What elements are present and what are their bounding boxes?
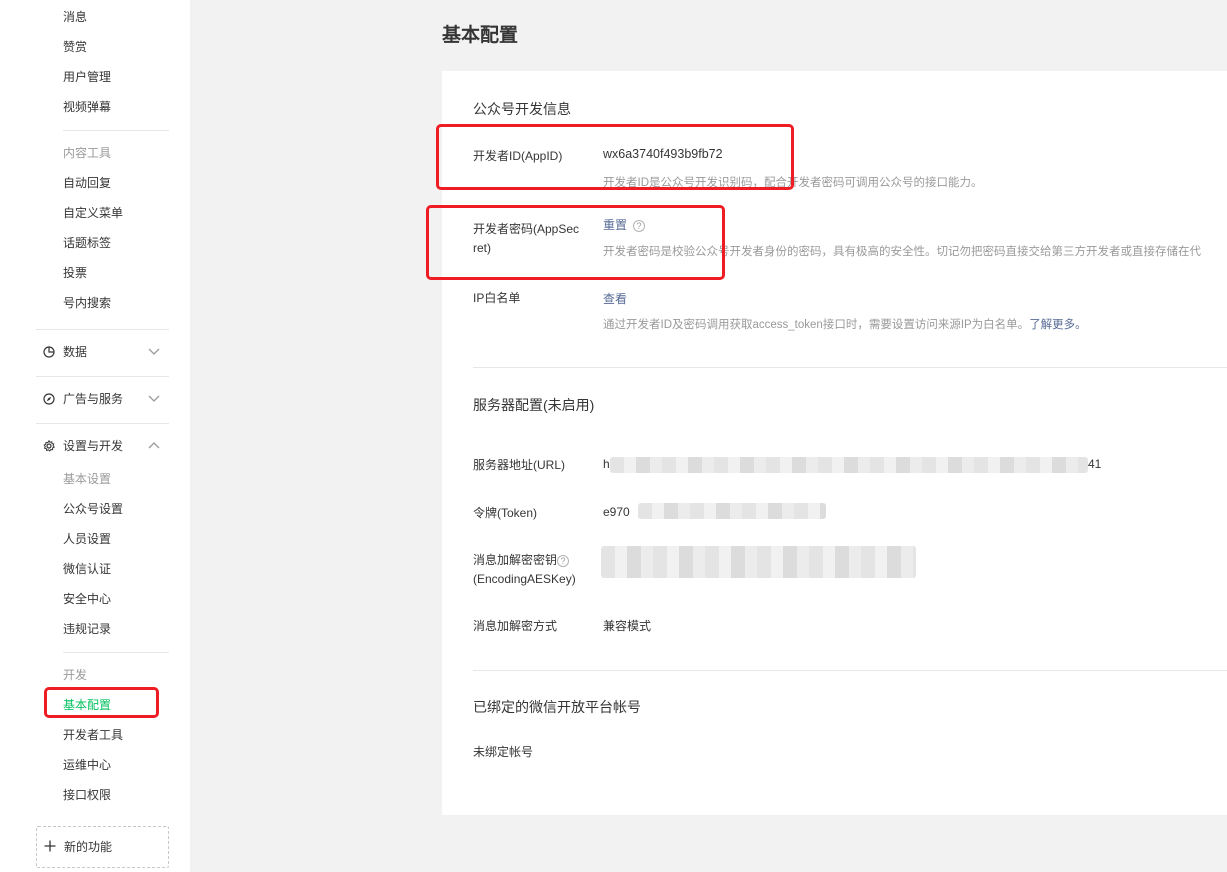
sidebar-item-staff-settings[interactable]: 人员设置 <box>63 529 111 549</box>
gear-icon <box>43 440 55 452</box>
section-divider <box>473 367 1227 368</box>
token-label: 令牌(Token) <box>473 506 538 520</box>
sidebar-item-auto-reply[interactable]: 自动回复 <box>63 173 111 193</box>
server-url-prefix: h <box>603 457 610 471</box>
sidebar-section-label: 数据 <box>63 345 88 359</box>
plus-icon <box>44 840 56 852</box>
sidebar-item-topic-tags[interactable]: 话题标签 <box>63 233 111 253</box>
sidebar-section-data[interactable]: 数据 <box>36 341 170 363</box>
server-url-label: 服务器地址(URL) <box>473 458 565 472</box>
main-content: 基本配置 公众号开发信息 开发者ID(AppID) wx6a3740f493b9… <box>190 0 1227 872</box>
page-title: 基本配置 <box>442 25 519 46</box>
sidebar-item-vote[interactable]: 投票 <box>63 263 87 283</box>
dev-info-heading: 公众号开发信息 <box>473 101 571 117</box>
sidebar-item-api-permissions[interactable]: 接口权限 <box>63 785 111 805</box>
appsecret-label-line2: ret) <box>473 241 491 255</box>
appid-tip: 开发者ID是公众号开发识别码，配合开发者密码可调用公众号的接口能力。 <box>603 177 983 189</box>
sidebar-item-user-management[interactable]: 用户管理 <box>63 67 111 87</box>
compass-icon <box>43 393 55 405</box>
help-icon[interactable]: ? <box>557 554 570 567</box>
sidebar-divider <box>63 130 169 131</box>
appsecret-label-line1: 开发者密码(AppSec <box>473 222 580 236</box>
sidebar-divider <box>36 329 169 330</box>
sidebar-section-label: 设置与开发 <box>63 439 124 453</box>
help-icon[interactable]: ? <box>633 219 646 232</box>
chevron-down-icon <box>148 395 160 402</box>
encryption-mode-value: 兼容模式 <box>603 619 652 633</box>
token-prefix: e970 <box>603 505 630 519</box>
server-url-suffix: 41 <box>1088 457 1102 471</box>
sidebar-group-content-tools: 内容工具 <box>63 146 112 160</box>
encryption-mode-label: 消息加解密方式 <box>473 619 558 633</box>
redacted-url <box>610 457 1088 473</box>
sidebar-item-developer-tools[interactable]: 开发者工具 <box>63 725 123 745</box>
server-config-heading: 服务器配置(未启用) <box>473 397 595 413</box>
ip-whitelist-label: IP白名单 <box>473 291 521 305</box>
open-platform-heading: 已绑定的微信开放平台帐号 <box>473 699 641 715</box>
sidebar-divider <box>63 652 169 653</box>
new-feature-label: 新的功能 <box>64 840 113 854</box>
appid-label: 开发者ID(AppID) <box>473 149 563 163</box>
aes-key-label-text: 消息加解密密钥 <box>473 553 558 567</box>
ip-whitelist-tip-text: 通过开发者ID及密码调用获取access_token接口时，需要设置访问来源IP… <box>603 319 1030 331</box>
sidebar-section-ads[interactable]: 广告与服务 <box>36 388 170 410</box>
sidebar-group-dev: 开发 <box>63 668 88 682</box>
sidebar-item-ops-center[interactable]: 运维中心 <box>63 755 111 775</box>
sidebar-item-custom-menu[interactable]: 自定义菜单 <box>63 203 123 223</box>
sidebar-item-violation-records[interactable]: 违规记录 <box>63 619 111 639</box>
ip-whitelist-tip: 通过开发者ID及密码调用获取access_token接口时，需要设置访问来源IP… <box>603 316 1087 332</box>
ip-whitelist-view-link[interactable]: 查看 <box>603 290 627 307</box>
pie-chart-icon <box>43 346 55 358</box>
appsecret-tip: 开发者密码是校验公众号开发者身份的密码，具有极高的安全性。切记勿把密码直接交给第… <box>603 246 1201 258</box>
sidebar-section-settings[interactable]: 设置与开发 <box>36 435 170 457</box>
sidebar-item-account-settings[interactable]: 公众号设置 <box>63 499 123 519</box>
appid-value: wx6a3740f493b9fb72 <box>603 147 723 161</box>
sidebar-item-messages[interactable]: 消息 <box>63 7 87 27</box>
redacted-token <box>638 503 826 519</box>
aes-key-label-line1: 消息加解密密钥? <box>473 551 570 569</box>
sidebar-section-label: 广告与服务 <box>63 392 124 406</box>
chevron-up-icon <box>148 442 160 449</box>
appsecret-reset-group: 重置? <box>603 216 646 233</box>
sidebar-item-wechat-verification[interactable]: 微信认证 <box>63 559 111 579</box>
chevron-down-icon <box>148 348 160 355</box>
sidebar-item-in-account-search[interactable]: 号内搜索 <box>63 293 111 313</box>
config-card: 公众号开发信息 开发者ID(AppID) wx6a3740f493b9fb72 … <box>442 71 1227 815</box>
sidebar-divider <box>36 423 169 424</box>
new-feature-button[interactable]: 新的功能 <box>36 826 169 868</box>
learn-more-link[interactable]: 了解更多。 <box>1029 319 1087 331</box>
sidebar-group-basic-settings: 基本设置 <box>63 472 112 486</box>
redacted-aes-key <box>601 546 916 578</box>
sidebar: 消息 赞赏 用户管理 视频弹幕 内容工具 自动回复 自定义菜单 话题标签 投票 … <box>0 0 190 872</box>
sidebar-item-appreciation[interactable]: 赞赏 <box>63 37 87 57</box>
sidebar-divider <box>36 376 169 377</box>
aes-key-label-line2: (EncodingAESKey) <box>473 572 576 586</box>
appsecret-reset-link[interactable]: 重置 <box>603 218 627 232</box>
sidebar-item-video-danmaku[interactable]: 视频弹幕 <box>63 97 111 117</box>
sidebar-item-security-center[interactable]: 安全中心 <box>63 589 111 609</box>
sidebar-item-basic-config[interactable]: 基本配置 <box>63 695 111 715</box>
open-platform-value: 未绑定帐号 <box>473 745 534 759</box>
section-divider <box>473 670 1227 671</box>
